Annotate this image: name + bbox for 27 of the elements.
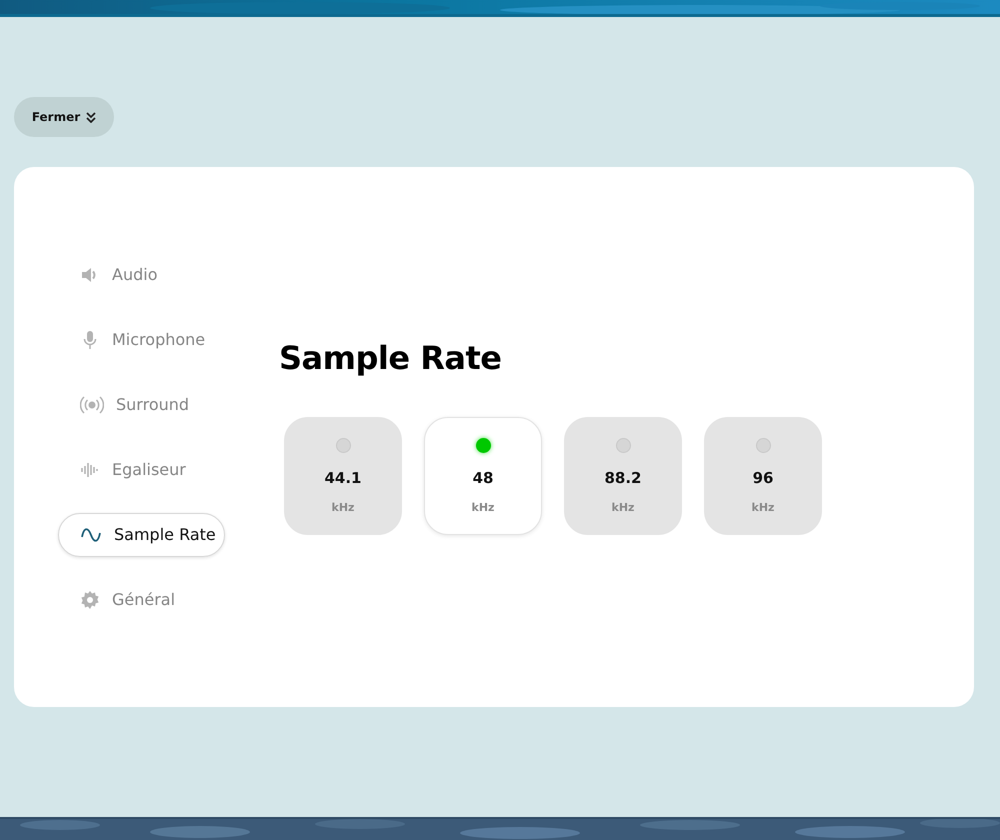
rate-unit: kHz [612, 500, 634, 516]
sidebar-item[interactable]: Audio [58, 252, 225, 296]
status-light [756, 438, 770, 454]
gear-icon [80, 590, 100, 610]
close-button[interactable]: Fermer [14, 97, 114, 137]
sidebar-item[interactable]: Général [58, 578, 225, 622]
rate-value: 88.2 [604, 468, 642, 490]
rate-value: 44.1 [324, 468, 362, 490]
status-light [616, 438, 630, 454]
broadcast-icon [80, 394, 104, 414]
sidebar-item[interactable]: Sample Rate [58, 512, 225, 556]
rate-option[interactable]: 44.1 kHz [284, 417, 402, 536]
sidebar-item[interactable]: Surround [58, 382, 225, 426]
status-light [476, 438, 490, 454]
chevron-down-icon [86, 112, 96, 122]
sidebar-item[interactable]: Microphone [58, 318, 225, 362]
rate-unit: kHz [752, 500, 774, 516]
rate-value: 96 [752, 468, 774, 490]
rate-unit: kHz [472, 500, 494, 516]
rate-option[interactable]: 96 kHz [704, 417, 822, 536]
status-light [336, 438, 350, 454]
rate-option[interactable]: 48 kHz [424, 417, 542, 536]
sidebar-item[interactable]: Egaliseur [58, 448, 225, 492]
rate-option[interactable]: 88.2 kHz [564, 417, 682, 536]
rate-unit: kHz [332, 500, 354, 516]
rate-value: 48 [472, 468, 494, 490]
section-title: Sample Rate [279, 338, 502, 378]
